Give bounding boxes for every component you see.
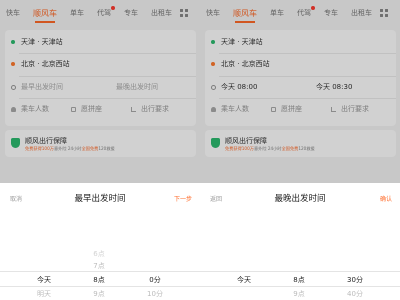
- minute-option[interactable]: 40分: [343, 289, 367, 299]
- picker-highlight-bottom: [0, 286, 200, 287]
- time-picker-sheet: 取消 最早出发时间 下一步 6点 7点 今天 8点 0分 明天 9点 10分: [0, 183, 200, 300]
- hour-option[interactable]: 9点: [89, 289, 109, 299]
- sheet-title: 最早出发时间: [74, 194, 126, 204]
- sheet-header: 返回 最晚出发时间 确认: [200, 183, 400, 213]
- right-panel: 快车 顺风车 单车 代驾 专车 出租车 天津 · 天津站 北京 · 北京西站 今…: [200, 0, 400, 300]
- picker-highlight-top: [0, 271, 200, 272]
- hour-option[interactable]: 6点: [89, 249, 109, 259]
- sheet-title: 最晚出发时间: [274, 194, 326, 204]
- hour-option[interactable]: 9点: [289, 289, 309, 299]
- picker-highlight-bottom: [200, 286, 400, 287]
- hour-selected[interactable]: 8点: [89, 275, 109, 285]
- minute-selected[interactable]: 30分: [343, 275, 367, 285]
- day-option[interactable]: 明天: [30, 289, 58, 299]
- hour-option[interactable]: 7点: [89, 261, 109, 271]
- hour-selected[interactable]: 8点: [289, 275, 309, 285]
- left-panel: 快车 顺风车 单车 代驾 专车 出租车 天津 · 天津站 北京 · 北京西站 最…: [0, 0, 200, 300]
- time-picker-sheet: 返回 最晚出发时间 确认 今天 8点 30分 9点 40分: [200, 183, 400, 300]
- minute-selected[interactable]: 0分: [143, 275, 167, 285]
- picker-highlight-top: [200, 271, 400, 272]
- next-button[interactable]: 下一步: [174, 194, 192, 203]
- confirm-button[interactable]: 确认: [380, 194, 392, 203]
- minute-option[interactable]: 10分: [143, 289, 167, 299]
- day-selected[interactable]: 今天: [230, 275, 258, 285]
- day-selected[interactable]: 今天: [30, 275, 58, 285]
- sheet-header: 取消 最早出发时间 下一步: [0, 183, 200, 213]
